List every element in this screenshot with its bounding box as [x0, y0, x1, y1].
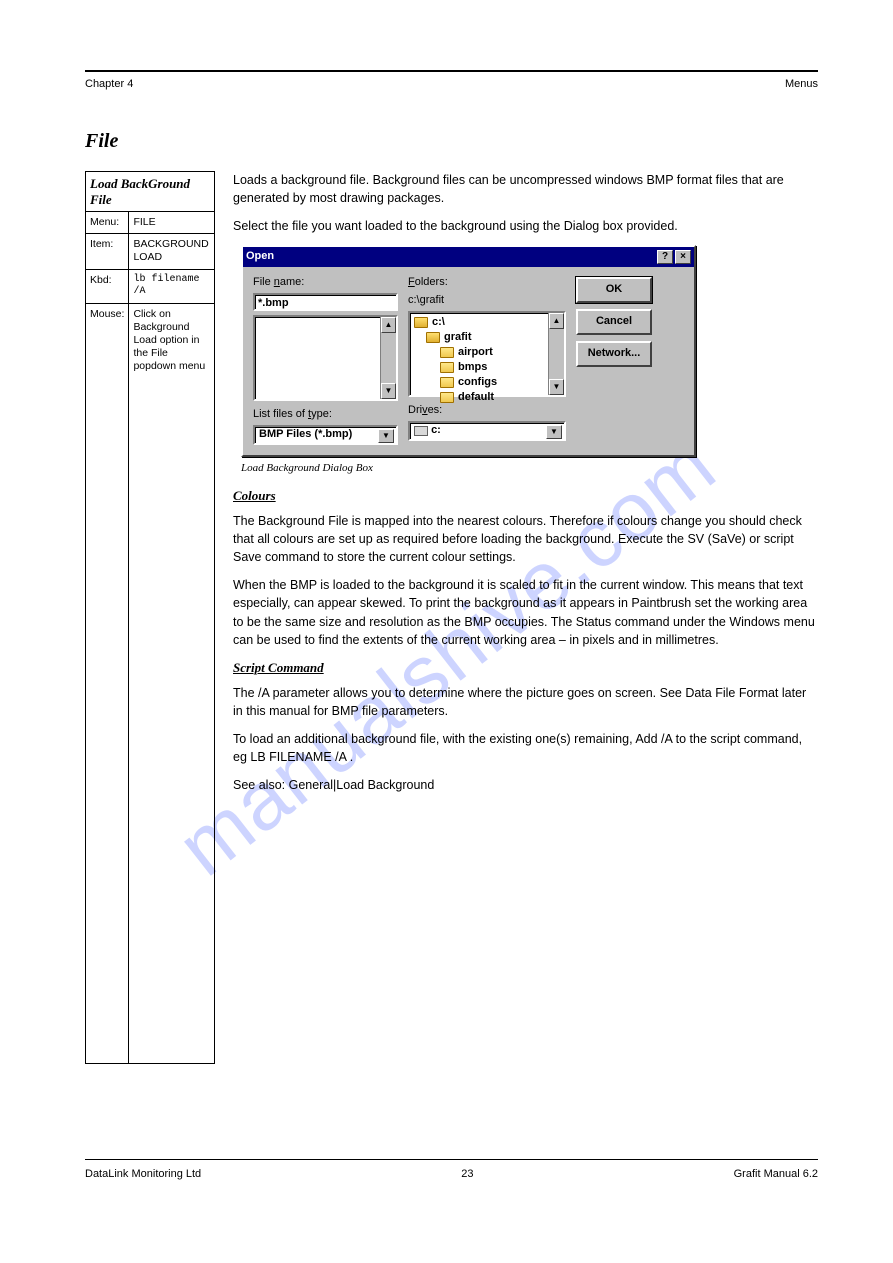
- sidebar-v0: FILE: [129, 212, 215, 234]
- sidebar-k3: Mouse:: [86, 303, 129, 1063]
- footer-left: DataLink Monitoring Ltd: [85, 1168, 201, 1180]
- para-script2: To load an additional background file, w…: [233, 730, 818, 766]
- figure-caption: Load Background Dialog Box: [241, 461, 818, 477]
- sidebar-v3: Click on Background Load option in the F…: [129, 303, 215, 1063]
- ok-button[interactable]: OK: [576, 277, 652, 303]
- drives-value: c:: [431, 423, 441, 439]
- filename-label: File name:: [253, 275, 398, 291]
- drives-dropdown[interactable]: c: ▼: [408, 421, 566, 441]
- listtype-dropdown[interactable]: BMP Files (*.bmp) ▼: [253, 425, 398, 445]
- file-listbox[interactable]: ▲ ▼: [253, 315, 398, 401]
- listtype-label: List files of type:: [253, 407, 398, 423]
- sidebar-v2: lb filename /A: [129, 269, 215, 303]
- folders-path: c:\grafit: [408, 293, 566, 309]
- folder-open-icon: [426, 332, 440, 343]
- drive-icon: [414, 426, 428, 436]
- help-button[interactable]: ?: [657, 250, 673, 264]
- folder-item[interactable]: c:\: [412, 315, 562, 330]
- folder-closed-icon: [440, 392, 454, 403]
- open-dialog: Open ? × File name: *.bmp ▲ ▼: [241, 245, 696, 457]
- drives-label: Drives:: [408, 403, 566, 419]
- sidebar: Load BackGround File Menu: FILE Item: BA…: [85, 171, 215, 1064]
- footer-right: Grafit Manual 6.2: [734, 1168, 818, 1180]
- dialog-titlebar[interactable]: Open ? ×: [243, 247, 694, 267]
- bottom-rule: [85, 1159, 818, 1160]
- close-button[interactable]: ×: [675, 250, 691, 264]
- folder-item[interactable]: configs: [412, 375, 562, 390]
- folder-item[interactable]: bmps: [412, 360, 562, 375]
- folder-item[interactable]: default: [412, 390, 562, 405]
- page-frame: Chapter 4 Menus File Load BackGround Fil…: [85, 70, 818, 1188]
- sidebar-v1: BACKGROUND LOAD: [129, 234, 215, 269]
- folder-item[interactable]: grafit: [412, 330, 562, 345]
- network-button[interactable]: Network...: [576, 341, 652, 367]
- folder-listbox[interactable]: c:\ grafit airport bmps configs default …: [408, 311, 566, 397]
- scroll-up-icon[interactable]: ▲: [381, 317, 396, 333]
- page-header: Chapter 4 Menus: [85, 78, 818, 90]
- page-footer: DataLink Monitoring Ltd 23 Grafit Manual…: [85, 1168, 818, 1180]
- scroll-down-icon[interactable]: ▼: [549, 379, 564, 395]
- sidebar-k0: Menu:: [86, 212, 129, 234]
- sidebar-k2: Kbd:: [86, 269, 129, 303]
- folder-item[interactable]: airport: [412, 345, 562, 360]
- folder-closed-icon: [440, 377, 454, 388]
- folder-closed-icon: [440, 362, 454, 373]
- para-scaling: When the BMP is loaded to the background…: [233, 576, 818, 649]
- top-rule: [85, 70, 818, 72]
- para-script1: The /A parameter allows you to determine…: [233, 684, 818, 720]
- scroll-down-icon[interactable]: ▼: [381, 383, 396, 399]
- file-list-scrollbar[interactable]: ▲ ▼: [380, 317, 396, 399]
- sidebar-k1: Item:: [86, 234, 129, 269]
- main-column: Loads a background file. Background file…: [233, 171, 818, 1064]
- chevron-down-icon[interactable]: ▼: [378, 429, 394, 443]
- para-seealso: See also: General|Load Background: [233, 776, 818, 794]
- footer-center: 23: [461, 1168, 473, 1180]
- section-title: File: [85, 130, 818, 153]
- para-intro1: Loads a background file. Background file…: [233, 171, 818, 207]
- folder-open-icon: [414, 317, 428, 328]
- para-colours: The Background File is mapped into the n…: [233, 512, 818, 566]
- listtype-value: BMP Files (*.bmp): [259, 427, 352, 443]
- sidebar-header: Load BackGround File: [86, 172, 215, 212]
- chevron-down-icon[interactable]: ▼: [546, 425, 562, 439]
- cancel-button[interactable]: Cancel: [576, 309, 652, 335]
- folder-list-scrollbar[interactable]: ▲ ▼: [548, 313, 564, 395]
- folders-label: Folders:: [408, 275, 566, 291]
- scroll-up-icon[interactable]: ▲: [549, 313, 564, 329]
- subhead-script: Script Command: [233, 659, 818, 678]
- filename-input[interactable]: *.bmp: [253, 293, 398, 311]
- para-intro2: Select the file you want loaded to the b…: [233, 217, 818, 235]
- subhead-colours: Colours: [233, 487, 818, 506]
- dialog-title: Open: [246, 249, 274, 265]
- header-left: Chapter 4: [85, 78, 133, 90]
- header-right: Menus: [785, 78, 818, 90]
- folder-closed-icon: [440, 347, 454, 358]
